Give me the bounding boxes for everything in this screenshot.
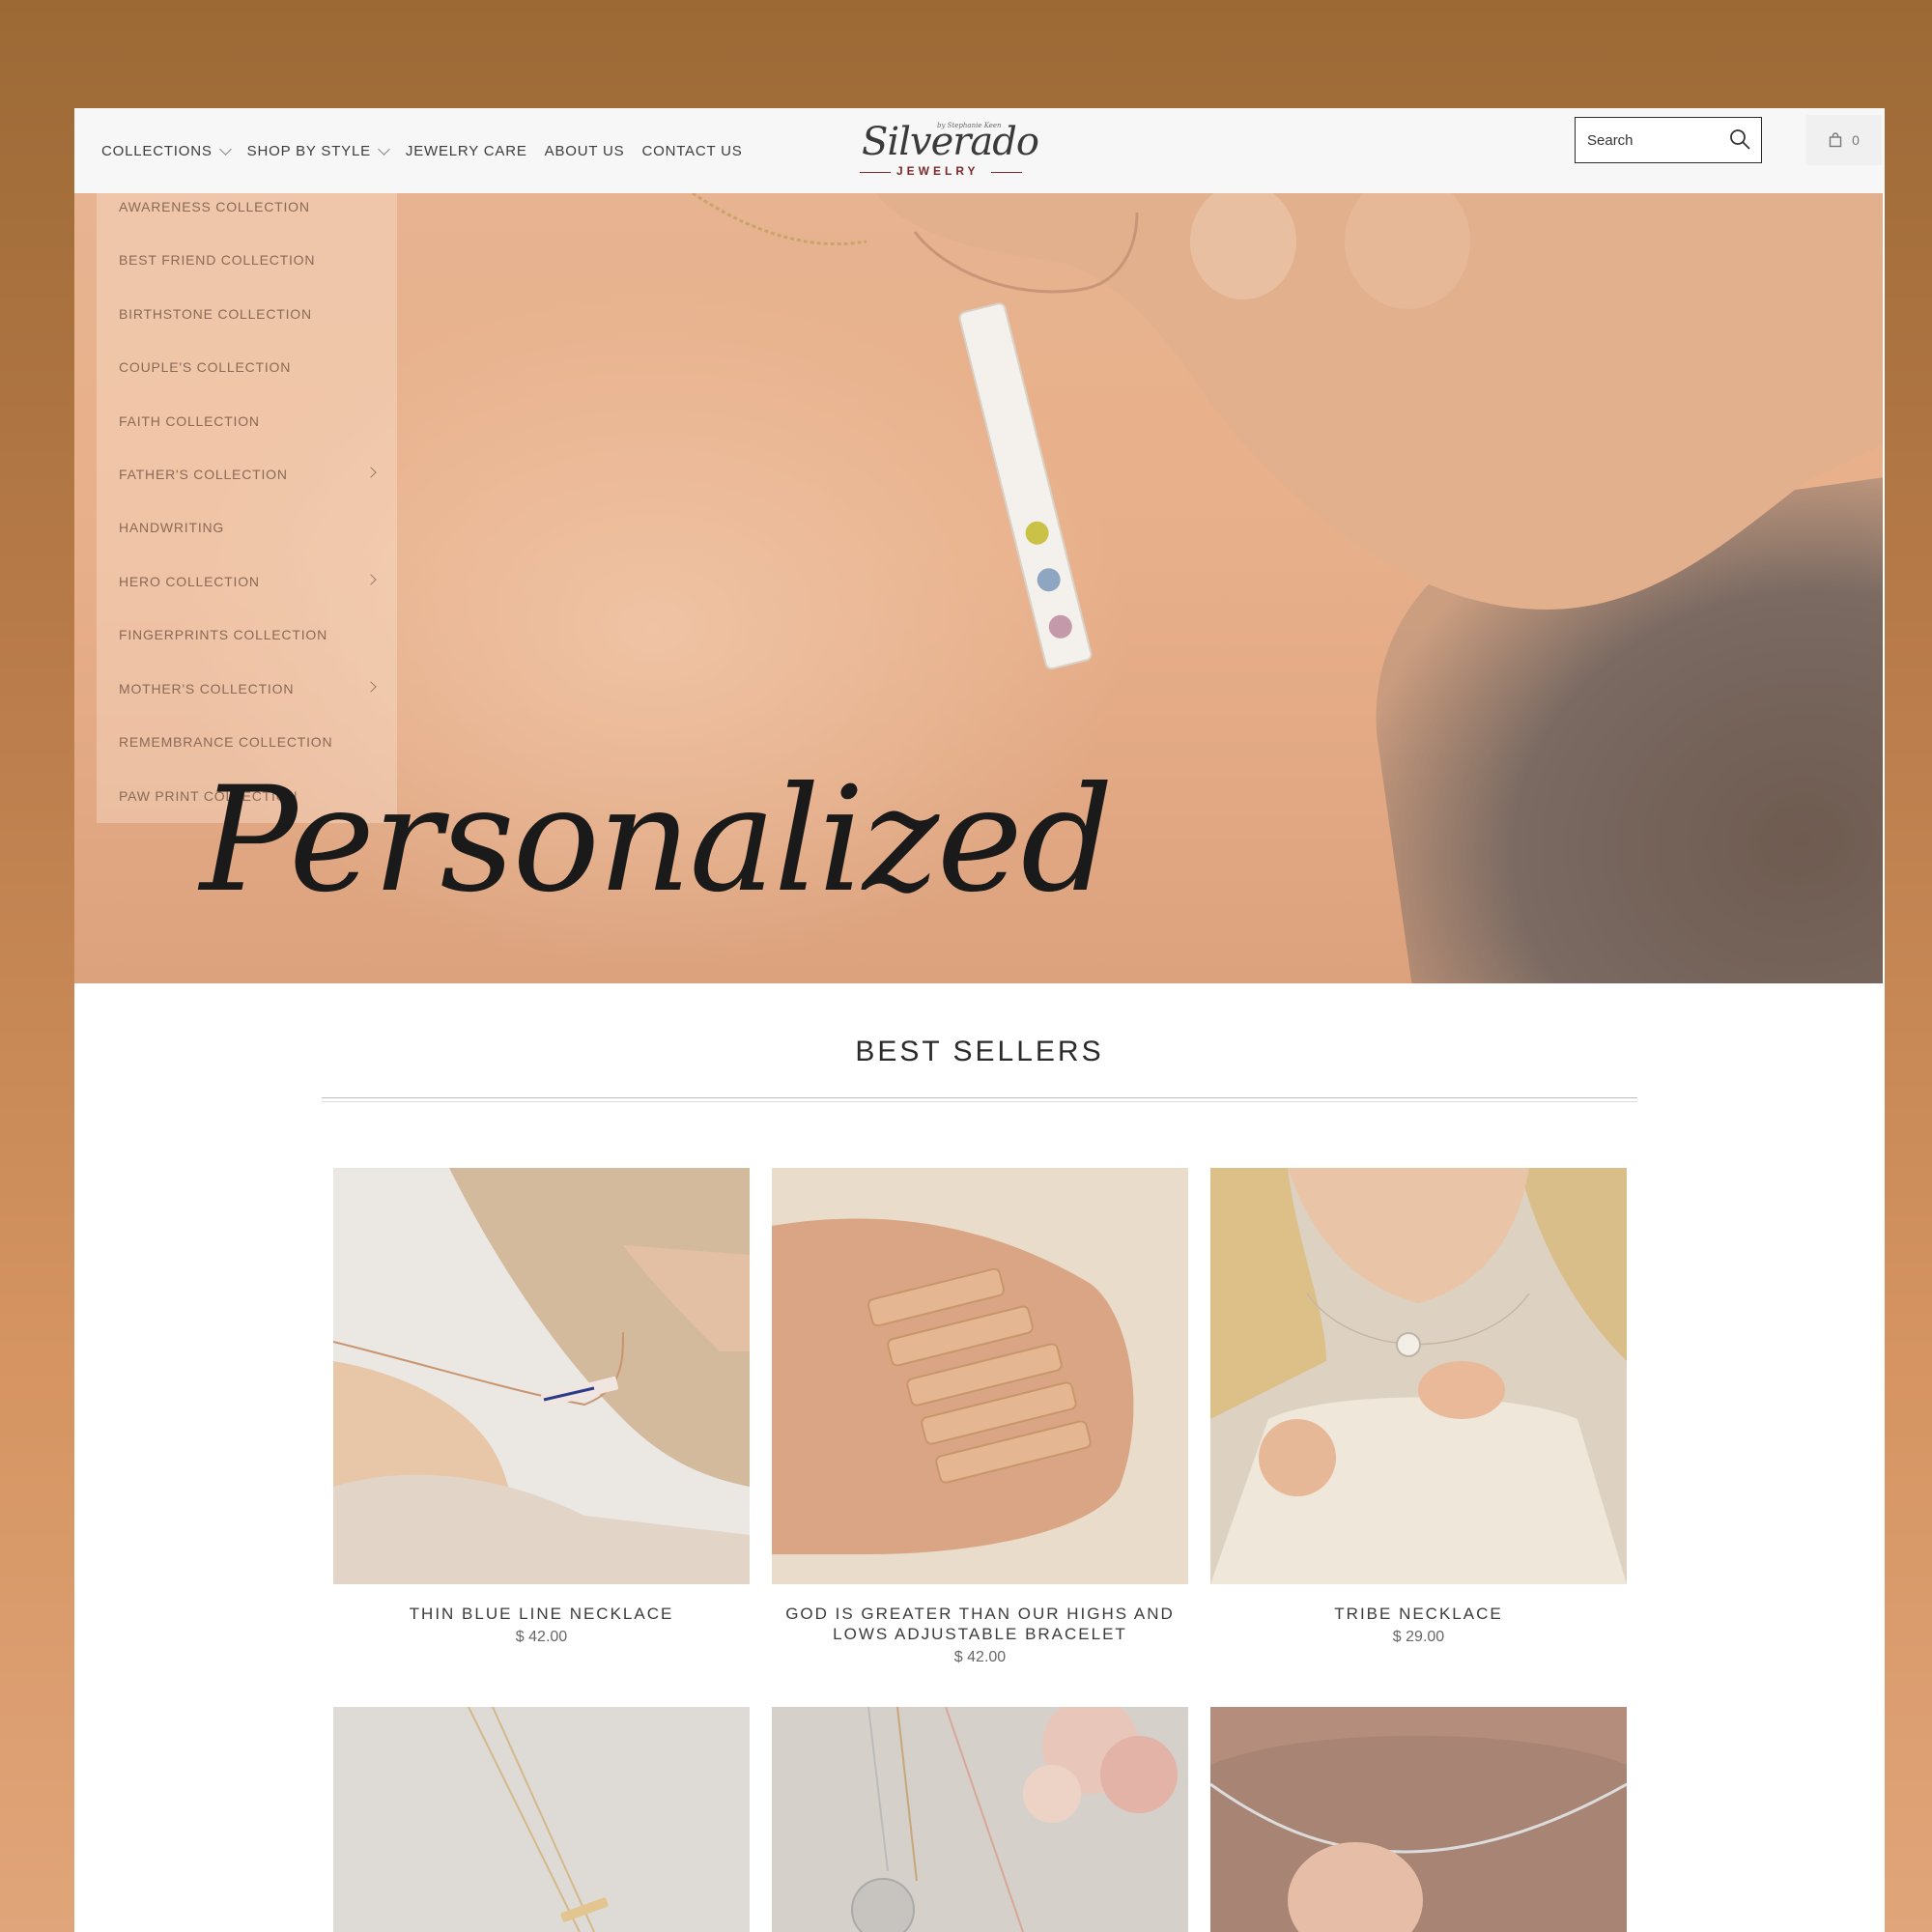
nav-label: COLLECTIONS [101,143,213,159]
cart-count: 0 [1852,132,1860,148]
menu-item-birthstone[interactable]: BIRTHSTONE COLLECTION [119,306,375,322]
product-price: $ 42.00 [953,1649,1007,1665]
product-image[interactable] [333,1707,750,1932]
menu-item-label: AWARENESS COLLECTION [119,199,310,214]
menu-item-label: FATHER'S COLLECTION [119,467,288,482]
menu-item-fingerprints[interactable]: FINGERPRINTS COLLECTION [119,627,375,642]
logo-byline: by Stephanie Keen [937,122,1002,129]
nav-jewelry-care[interactable]: JEWELRY CARE [406,143,527,159]
site-logo[interactable]: Silverado by Stephanie Keen JEWELRY [860,118,1039,182]
menu-item-fathers[interactable]: FATHER'S COLLECTION [119,467,377,482]
search-input[interactable] [1585,128,1724,153]
nav-label: JEWELRY CARE [405,143,527,159]
menu-item-label: FAITH COLLECTION [119,413,260,429]
menu-item-faith[interactable]: FAITH COLLECTION [119,413,375,429]
product-card[interactable] [1210,1707,1627,1932]
nav-label: CONTACT US [641,143,743,159]
nav-contact-us[interactable]: CONTACT US [641,143,742,159]
menu-item-couples[interactable]: COUPLE'S COLLECTION [119,359,375,375]
menu-item-label: BIRTHSTONE COLLECTION [119,306,312,322]
menu-item-label: FINGERPRINTS COLLECTION [119,627,327,642]
product-image[interactable] [772,1168,1188,1584]
section-title: BEST SELLERS [855,1036,1104,1067]
product-price: $ 29.00 [1392,1629,1445,1645]
hero-banner[interactable]: AWARENESS COLLECTION BEST FRIEND COLLECT… [74,193,1883,983]
chevron-down-icon [378,142,390,156]
nav-shop-by-style[interactable]: SHOP BY STYLE [246,142,390,159]
store-page: COLLECTIONS SHOP BY STYLE JEWELRY CARE A… [74,108,1885,1932]
product-image[interactable] [1210,1168,1627,1584]
site-header: COLLECTIONS SHOP BY STYLE JEWELRY CARE A… [74,108,1885,193]
menu-item-best-friend[interactable]: BEST FRIEND COLLECTION [119,252,375,268]
nav-collections[interactable]: COLLECTIONS [101,142,232,159]
hero-title: Personalized Accents [200,756,1114,983]
section-divider [322,1097,1637,1102]
chevron-right-icon [365,574,377,585]
product-image[interactable] [1210,1707,1627,1932]
menu-item-awareness[interactable]: AWARENESS COLLECTION [119,199,375,214]
menu-item-handwriting[interactable]: HANDWRITING [119,520,375,535]
product-image[interactable] [333,1168,750,1584]
menu-item-label: BEST FRIEND COLLECTION [119,252,316,268]
cart-button[interactable]: 0 [1806,115,1882,165]
logo-rule-right [991,172,1022,173]
search-icon[interactable] [1728,128,1751,151]
chevron-right-icon [365,681,377,693]
product-card[interactable] [333,1707,750,1932]
product-name[interactable]: GOD IS GREATER THAN OUR HIGHS AND LOWS A… [762,1604,1198,1644]
product-image[interactable] [772,1707,1188,1932]
product-name[interactable]: TRIBE NECKLACE [1201,1604,1636,1624]
product-card[interactable] [772,1707,1188,1932]
main-nav: COLLECTIONS SHOP BY STYLE JEWELRY CARE A… [101,142,760,159]
logo-subtitle: JEWELRY [896,164,980,178]
product-price: $ 42.00 [515,1629,568,1645]
menu-item-label: MOTHER'S COLLECTION [119,681,295,696]
shopping-bag-icon [1829,132,1842,148]
menu-item-hero[interactable]: HERO COLLECTION [119,574,377,589]
menu-item-label: HANDWRITING [119,520,225,535]
nav-about-us[interactable]: ABOUT US [545,143,625,159]
product-name[interactable]: THIN BLUE LINE NECKLACE [324,1604,759,1624]
nav-label: SHOP BY STYLE [246,143,371,159]
collections-dropdown: AWARENESS COLLECTION BEST FRIEND COLLECT… [97,193,397,823]
menu-item-mothers[interactable]: MOTHER'S COLLECTION [119,681,377,696]
chevron-right-icon [365,467,377,478]
chevron-down-icon [218,142,232,156]
nav-label: ABOUT US [544,143,625,159]
logo-rule-left [860,172,891,173]
menu-item-label: COUPLE'S COLLECTION [119,359,292,375]
menu-item-label: HERO COLLECTION [119,574,260,589]
search-box [1575,117,1762,163]
